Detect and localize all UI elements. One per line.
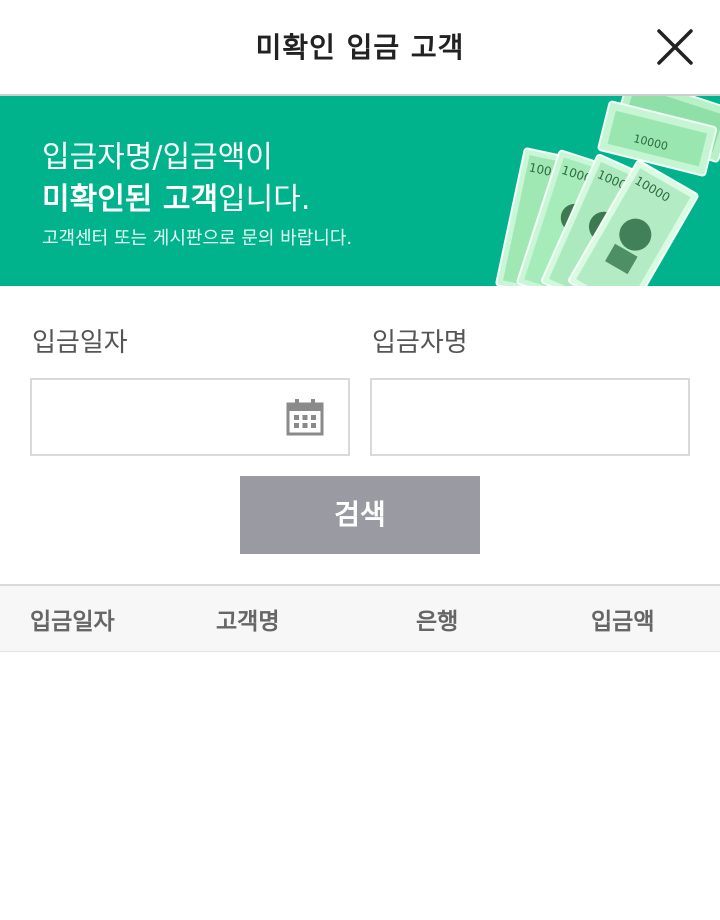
column-header-deposit-date: 입금일자 [30,609,115,635]
close-icon [657,29,693,65]
column-header-amount: 입금액 [591,609,655,635]
banner-line-2: 미확인된 고객입니다. [42,174,310,218]
page-title: 미확인 입금 고객 [255,31,465,64]
header-bar: 미확인 입금 고객 [0,0,720,96]
depositor-name-label: 입금자명 [372,328,468,358]
deposit-date-field[interactable] [30,378,350,456]
column-header-bank: 은행 [416,609,459,635]
deposit-date-label: 입금일자 [32,328,128,358]
banner-line-1: 입금자명/입금액이 [42,140,273,175]
banner-line-3: 고객센터 또는 게시판으로 문의 바랍니다. [42,228,353,249]
column-header-customer-name: 고객명 [216,609,280,635]
depositor-name-input[interactable] [370,378,690,456]
info-banner: 입금자명/입금액이 미확인된 고객입니다. 고객센터 또는 게시판으로 문의 바… [0,96,720,286]
search-button[interactable]: 검색 [240,476,480,554]
money-bills-icon: 10000 10000 10000 10000 10000 1 [495,96,720,286]
banner-line-2-rest: 입니다. [218,182,311,217]
banner-line-2-bold: 미확인된 고객 [42,182,219,217]
results-table-header: 입금일자 고객명 은행 입금액 [0,584,720,652]
calendar-icon[interactable] [286,398,324,436]
close-button[interactable] [656,28,694,66]
